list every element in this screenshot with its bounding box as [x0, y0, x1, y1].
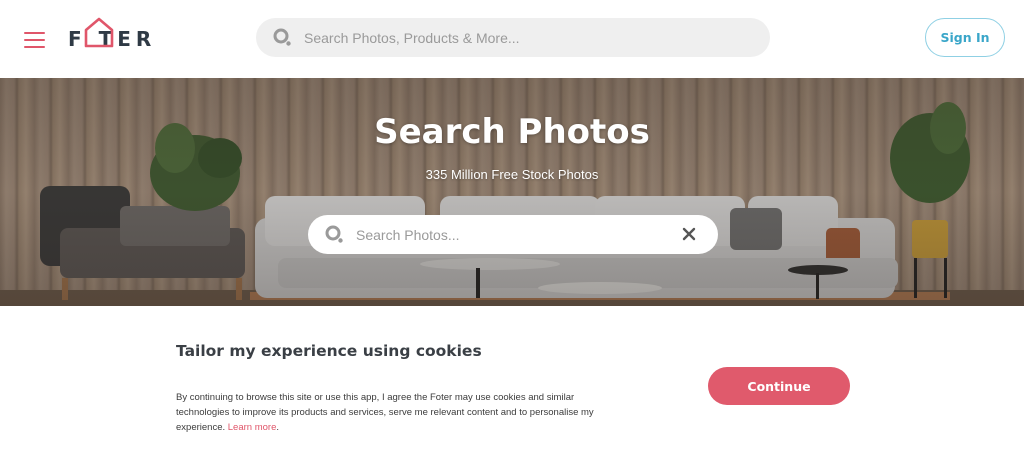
hero-title: Search Photos: [374, 112, 650, 152]
hero-search-input[interactable]: [356, 226, 666, 243]
sign-in-button[interactable]: Sign In: [925, 18, 1005, 57]
hero-search-bar[interactable]: [308, 215, 718, 254]
cookie-period: .: [276, 422, 279, 433]
foter-logo[interactable]: F TER: [68, 17, 156, 50]
hero-banner: Search Photos 335 Million Free Stock Pho…: [0, 78, 1024, 306]
header-search-input[interactable]: [304, 29, 734, 46]
site-header: F TER Sign In: [0, 0, 1024, 78]
search-icon: [273, 28, 291, 46]
close-icon[interactable]: [682, 227, 696, 241]
header-search-bar[interactable]: [256, 18, 770, 57]
continue-button[interactable]: Continue: [708, 367, 850, 405]
cookie-consent-banner: Tailor my experience using cookies By co…: [0, 306, 1024, 466]
search-icon: [325, 225, 343, 243]
cookie-body: By continuing to browse this site or use…: [176, 390, 616, 435]
hamburger-menu-icon[interactable]: [24, 32, 45, 48]
learn-more-link[interactable]: Learn more: [228, 422, 277, 433]
logo-house-icon: [84, 17, 114, 48]
cookie-title: Tailor my experience using cookies: [176, 342, 482, 360]
hero-subtitle: 335 Million Free Stock Photos: [425, 167, 599, 182]
